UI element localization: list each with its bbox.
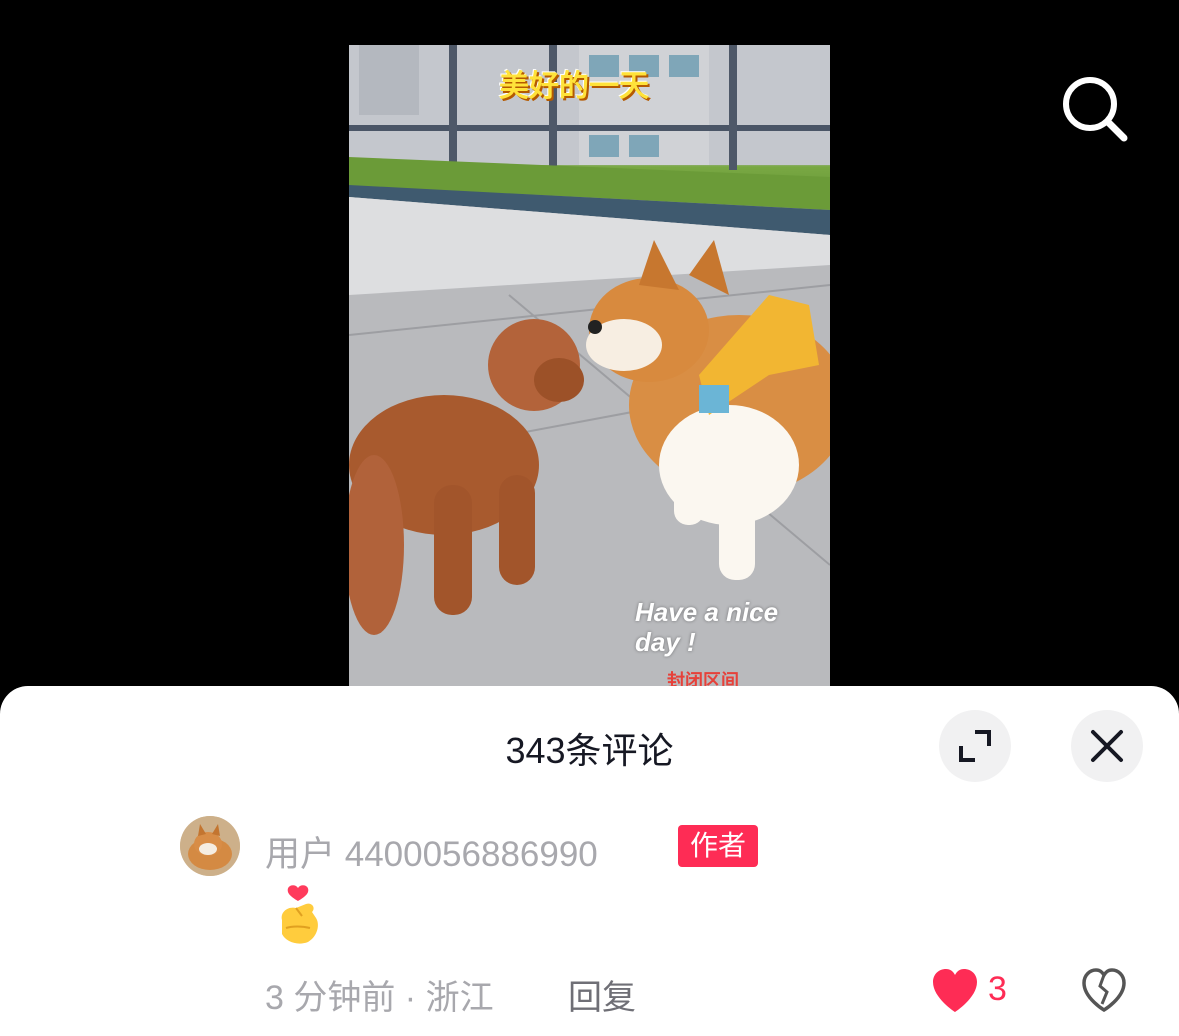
finger-heart-emoji-icon xyxy=(281,885,318,944)
dislike-button[interactable] xyxy=(1080,966,1128,1016)
video-sticker-nice-day: Have a nice day ! xyxy=(635,597,779,657)
avatar[interactable] xyxy=(180,816,240,876)
like-button[interactable] xyxy=(930,966,980,1016)
video-frame xyxy=(349,45,830,686)
comment-time-location: 3 分钟前 · 浙江 xyxy=(265,979,494,1017)
video-sticker-caption: 封闭区间 xyxy=(667,671,739,686)
expand-button[interactable] xyxy=(939,710,1011,782)
reply-button[interactable]: 回复 xyxy=(568,970,636,1019)
avatar-dog-image xyxy=(180,816,240,876)
heart-icon xyxy=(933,969,977,1012)
broken-heart-icon xyxy=(1082,968,1126,1013)
search-button[interactable] xyxy=(1060,74,1130,144)
close-icon xyxy=(1091,730,1123,762)
video-sticker-title: 美好的一天 xyxy=(499,70,649,103)
expand-icon xyxy=(959,730,991,762)
author-badge: 作者 xyxy=(678,825,759,867)
comment-username[interactable]: 用户 4400056886990 xyxy=(265,826,598,877)
video-player[interactable]: 美好的一天 Have a nice day ! 封闭区间 xyxy=(349,45,830,686)
search-icon xyxy=(1063,77,1128,142)
close-button[interactable] xyxy=(1071,710,1143,782)
like-count: 3 xyxy=(988,970,1007,1008)
comment-content-emoji xyxy=(272,884,324,946)
